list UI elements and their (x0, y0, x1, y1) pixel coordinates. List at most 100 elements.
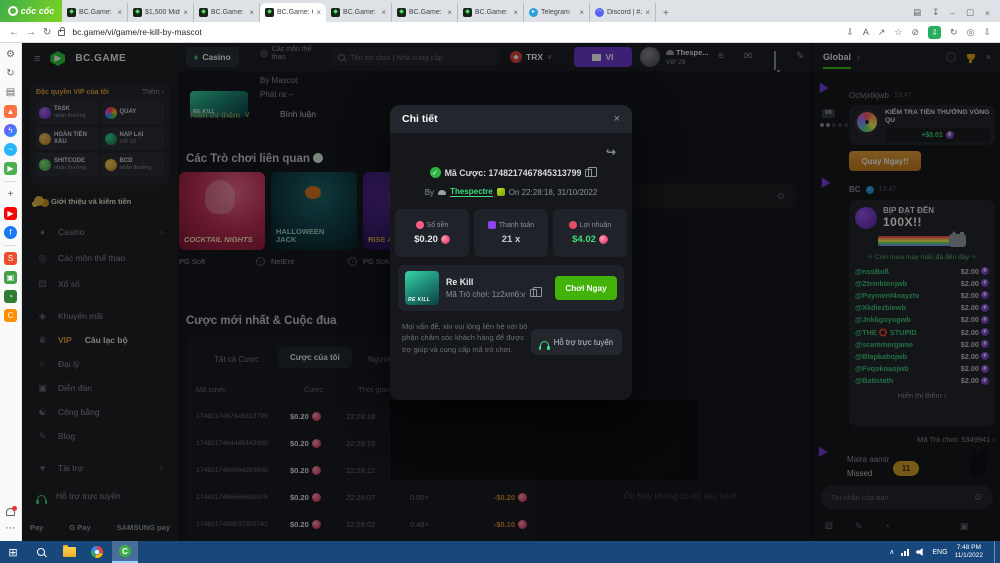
browser-tab[interactable]: Telegram × (524, 3, 590, 22)
stat-value: $4.02 (572, 234, 596, 245)
tab-close-icon[interactable]: × (579, 8, 584, 17)
live-support-button[interactable]: Hỗ trợ trực tuyến (530, 329, 622, 355)
tab-close-icon[interactable]: × (447, 8, 452, 17)
copy-icon[interactable] (585, 166, 598, 177)
taskbar-search-icon[interactable] (28, 541, 54, 563)
hot-trends-icon[interactable]: ▲ (4, 105, 17, 118)
game-code: Mã Trò chơi: 1z2xm6:v (446, 290, 526, 299)
reload-button[interactable]: ↻ (43, 27, 51, 38)
stat-value: 21 x (501, 234, 521, 245)
modal-close-icon[interactable]: × (614, 113, 620, 125)
bet-author-row: By Thespectre On 22:28:18, 31/10/2022 (424, 187, 598, 197)
hidden-icons-caret[interactable]: ∧ (889, 548, 894, 556)
pin-icon[interactable]: ↧ (932, 7, 939, 18)
modal-shadow-region (390, 400, 697, 480)
bet-details-modal: Chi tiết × ↪ ✓ Mã Cược: 1748217467845313… (390, 105, 632, 400)
start-button[interactable]: ⊞ (0, 541, 26, 563)
browser-tab[interactable]: BC.Game: Crypto × (62, 3, 128, 22)
tab-close-icon[interactable]: × (316, 8, 321, 17)
input-language[interactable]: ENG (932, 549, 947, 556)
browser-tab[interactable]: BC.Game: Crypto × (326, 3, 392, 22)
stat-box: Thanh toán 21 x (474, 209, 548, 257)
browser-tab[interactable]: BC.Game: Crypto × (194, 3, 260, 22)
forward-button[interactable]: → (26, 27, 36, 38)
settings-gear-icon[interactable]: ⚙ (4, 48, 17, 61)
new-tab-button[interactable]: + (656, 8, 676, 22)
helmet-icon (438, 189, 447, 195)
windows-taskbar: ⊞ C ∧ ENG 7:48 PM 11/1/2022 (0, 541, 1000, 563)
promo-wheel-icon[interactable]: ◔ (4, 290, 17, 303)
youtube-icon[interactable]: ▶ (4, 207, 17, 220)
downloads-icon[interactable]: ⇩ (983, 27, 991, 38)
notifications-bell-icon[interactable] (6, 506, 17, 516)
browser-tab-bar: cốc cốc BC.Game: Crypto × $1,500 Midweek… (0, 0, 1000, 22)
browser-tabs: BC.Game: Crypto × $1,500 Midweek × BC.Ga… (62, 0, 656, 22)
url-field[interactable]: bc.game/vi/game/re-kill-by-mascot (72, 27, 201, 37)
check-icon: ✓ (429, 167, 441, 178)
taskbar-clock[interactable]: 7:48 PM 11/1/2022 (955, 544, 983, 560)
tab-close-icon[interactable]: × (381, 8, 386, 17)
stat-box: Lợi nhuận $4.02 (553, 209, 627, 257)
game-thumbnail[interactable]: RE KILL (405, 271, 439, 305)
gift-icon[interactable]: ▣ (4, 271, 17, 284)
minimize-button[interactable]: – (950, 8, 955, 18)
more-options-icon[interactable]: ⋯ (4, 522, 17, 535)
messenger-icon[interactable]: ϟ (4, 124, 17, 137)
tab-title: BC.Game: Crypto (79, 9, 114, 16)
back-button[interactable]: ← (9, 27, 19, 38)
tab-favicon (199, 8, 208, 17)
coccoc-logo-icon (7, 6, 18, 16)
tab-close-icon[interactable]: × (645, 8, 650, 17)
tab-close-icon[interactable]: × (249, 8, 254, 17)
browser-tab[interactable]: BC.Game: Crypto × (392, 3, 458, 22)
history-icon[interactable]: ↻ (4, 67, 17, 80)
tab-close-icon[interactable]: × (513, 8, 518, 17)
adblock-icon[interactable]: ⊘ (912, 27, 920, 38)
copy-icon[interactable] (530, 287, 543, 297)
browser-tab[interactable]: $1,500 Midweek × (128, 3, 194, 22)
show-desktop-button[interactable] (994, 541, 997, 563)
tab-close-icon[interactable]: × (183, 8, 188, 17)
maximize-button[interactable]: ▢ (966, 7, 974, 18)
browser-tab[interactable]: BC.Game: Crypto × (458, 3, 524, 22)
sync-icon[interactable]: ↻ (950, 27, 958, 38)
add-shortcut-icon[interactable]: + (4, 188, 17, 201)
browser-sidebar: ⚙ ↻ ▤ ▲ ϟ ~ ▶ + ▶ f S ▣ ◔ C ⋯ (0, 43, 22, 541)
bookmark-star-icon[interactable]: ☆ (894, 27, 902, 38)
save-page-icon[interactable]: ⇩ (846, 27, 854, 38)
bet-stats: Số tiền $0.20 Thanh toán 21 x Lợi nhuận … (395, 209, 627, 257)
badge-icon (496, 188, 505, 196)
share-icon[interactable]: ↗ (878, 27, 886, 38)
translate-icon[interactable]: A (863, 27, 869, 37)
weather-icon[interactable]: ~ (4, 143, 17, 156)
chrome-taskbar-icon[interactable] (84, 541, 110, 563)
tab-favicon (67, 8, 76, 17)
close-window-button[interactable]: × (985, 8, 990, 18)
cart-icon[interactable]: C (4, 309, 17, 322)
games-icon[interactable]: ▶ (4, 162, 17, 175)
stat-label: Lợi nhuận (579, 221, 612, 229)
browser-tab[interactable]: BC.Game: Crypto × (260, 3, 326, 22)
share-icon[interactable]: ↪ (606, 145, 616, 159)
bcd-coin-icon (598, 235, 608, 244)
stat-label: Thanh toán (498, 221, 535, 229)
bet-author-link[interactable]: Thespectre (450, 187, 493, 197)
tab-close-icon[interactable]: × (117, 8, 122, 17)
network-icon[interactable] (901, 548, 910, 556)
stat-icon (487, 221, 496, 229)
file-explorer-icon[interactable] (56, 541, 82, 563)
play-now-button[interactable]: Chơi Ngay (555, 276, 617, 300)
feed-icon[interactable]: ▤ (4, 86, 17, 99)
shopee-icon[interactable]: S (4, 252, 17, 265)
site-viewport: ≡ BC.GAME Đặc quyền VIP của tôi Thêm › T… (22, 43, 1000, 541)
profile-icon[interactable]: ◎ (967, 27, 975, 38)
browser-tab[interactable]: Discord | #♪m × (590, 3, 656, 22)
tab-panel-icon[interactable]: ▤ (913, 7, 921, 18)
lock-icon (58, 27, 66, 36)
coccoc-taskbar-icon[interactable]: C (112, 541, 138, 563)
volume-icon[interactable] (916, 548, 923, 556)
facebook-icon[interactable]: f (4, 226, 17, 239)
bcd-coin-icon (440, 235, 450, 244)
modal-title: Chi tiết (402, 113, 438, 125)
downloader-extension-icon[interactable]: ⇩ (928, 25, 942, 39)
